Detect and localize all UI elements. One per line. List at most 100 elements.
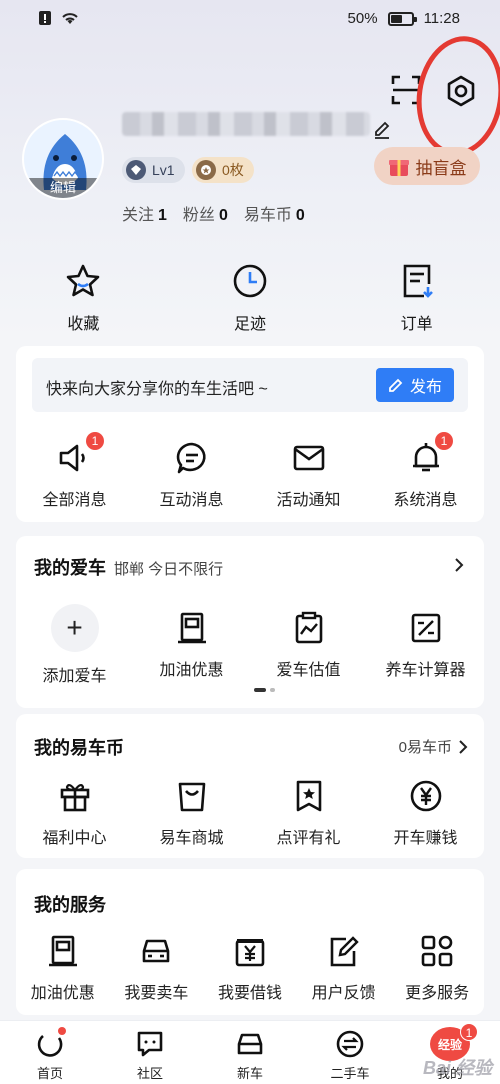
blind-box-button[interactable]: 抽盲盒	[374, 147, 480, 185]
feedback-edit-icon	[330, 936, 359, 967]
add-car-button[interactable]: + 添加爱车	[16, 604, 133, 686]
page-indicator	[254, 688, 275, 692]
publish-button[interactable]: 发布	[376, 368, 454, 402]
edit-pen-icon[interactable]	[372, 120, 392, 140]
chevron-right-icon	[459, 739, 468, 754]
orders-button[interactable]: 订单	[333, 262, 500, 336]
coin-badge[interactable]: 0枚	[192, 157, 254, 183]
settings-icon[interactable]	[444, 74, 478, 108]
yiche-mall-label: 易车商城	[159, 830, 224, 847]
shopping-bag-icon	[178, 782, 205, 812]
system-messages-button[interactable]: 1 系统消息	[367, 432, 484, 510]
more-services-button[interactable]: 更多服务	[390, 933, 484, 1003]
yiche-mall-button[interactable]: 易车商城	[133, 778, 250, 848]
stat-coins[interactable]: 易车币 0	[244, 201, 305, 225]
clock-icon	[233, 264, 267, 298]
order-icon	[403, 264, 433, 298]
blind-box-label: 抽盲盒	[415, 158, 467, 178]
drive-earn-button[interactable]: 开车赚钱	[367, 778, 484, 848]
yuan-coin-icon	[410, 780, 441, 812]
nav-me-badge: 1	[460, 1023, 478, 1041]
borrow-money-label: 我要借钱	[217, 985, 282, 1002]
medal-icon	[196, 160, 216, 180]
my-services-title: 我的服务	[34, 895, 106, 915]
diamond-icon	[126, 160, 146, 180]
message-square-icon	[137, 1031, 163, 1057]
car-icon	[143, 939, 170, 963]
battery-icon	[387, 11, 417, 26]
my-coin-title: 我的易车币	[34, 738, 124, 758]
interaction-messages-label: 互动消息	[159, 492, 224, 509]
service-fuel-discount-label: 加油优惠	[30, 985, 95, 1002]
interaction-messages-button[interactable]: 互动消息	[133, 440, 250, 510]
chevron-right-icon[interactable]	[454, 558, 464, 572]
my-car-title: 我的爱车 邯郸 今日不限行	[34, 558, 224, 578]
cash-box-icon	[235, 939, 265, 967]
history-button[interactable]: 足迹	[167, 262, 334, 336]
all-messages-badge: 1	[86, 432, 104, 450]
my-car-subtitle: 邯郸 今日不限行	[114, 561, 224, 578]
fuel-pump-icon	[48, 935, 77, 967]
all-messages-button[interactable]: 1 全部消息	[16, 432, 133, 510]
borrow-money-button[interactable]: 我要借钱	[203, 933, 297, 1003]
drive-earn-label: 开车赚钱	[393, 830, 458, 847]
bookmark-star-icon	[296, 780, 321, 812]
system-messages-badge: 1	[435, 432, 453, 450]
quick-actions: 收藏 足迹 订单	[0, 262, 500, 336]
activity-notice-label: 活动通知	[276, 492, 341, 509]
favorites-button[interactable]: 收藏	[0, 262, 167, 336]
exchange-icon	[336, 1030, 364, 1058]
watermark: Bai 经验	[422, 1058, 492, 1078]
more-services-label: 更多服务	[405, 985, 470, 1002]
activity-notice-button[interactable]: 活动通知	[250, 440, 367, 510]
welfare-center-label: 福利中心	[42, 830, 107, 847]
car-valuation-button[interactable]: 爱车估值	[250, 610, 367, 686]
nav-home[interactable]: 首页	[0, 1021, 100, 1084]
clock-time: 11:28	[423, 10, 460, 27]
orders-label: 订单	[400, 316, 433, 333]
envelope-icon	[293, 445, 324, 471]
car-cost-calculator-label: 养车计算器	[385, 662, 466, 679]
bottom-nav: 首页 社区 新车 二手车 经验 1 我的 Bai 经验	[0, 1020, 500, 1084]
status-bar: 50% 11:28	[0, 0, 500, 40]
user-feedback-label: 用户反馈	[311, 985, 376, 1002]
coin-balance-link[interactable]: 0易车币	[399, 736, 468, 757]
my-car-card: 我的爱车 邯郸 今日不限行 + 添加爱车 加油优惠 爱车估值 养车计算器	[16, 536, 484, 708]
service-fuel-discount-button[interactable]: 加油优惠	[16, 933, 110, 1003]
my-coin-card: 我的易车币 0易车币 福利中心 易车商城 点评有礼 开车赚钱	[16, 714, 484, 858]
nav-used-car[interactable]: 二手车	[300, 1021, 400, 1084]
review-reward-button[interactable]: 点评有礼	[250, 778, 367, 848]
car-valuation-label: 爱车估值	[276, 662, 341, 679]
car-icon	[237, 1033, 263, 1055]
user-feedback-button[interactable]: 用户反馈	[297, 933, 391, 1003]
car-cost-calculator-button[interactable]: 养车计算器	[367, 610, 484, 686]
scan-icon[interactable]	[390, 74, 422, 106]
system-messages-label: 系统消息	[393, 492, 458, 509]
sell-car-button[interactable]: 我要卖车	[110, 933, 204, 1003]
nav-new-car[interactable]: 新车	[200, 1021, 300, 1084]
star-icon	[67, 264, 100, 297]
share-prompt[interactable]: 快来向大家分享你的车生活吧 ~ 发布	[32, 358, 468, 412]
my-car-row: + 添加爱车 加油优惠 爱车估值 养车计算器	[16, 604, 484, 686]
wifi-icon	[62, 13, 78, 24]
welfare-center-button[interactable]: 福利中心	[16, 778, 133, 848]
avatar-edit-label[interactable]: 编辑	[24, 178, 102, 198]
gift-icon	[60, 783, 89, 812]
my-coin-row: 福利中心 易车商城 点评有礼 开车赚钱	[16, 778, 484, 848]
stat-followers[interactable]: 粉丝 0	[183, 201, 228, 225]
all-messages-label: 全部消息	[42, 492, 107, 509]
nav-community-label: 社区	[136, 1066, 163, 1081]
nav-community[interactable]: 社区	[100, 1021, 200, 1084]
stat-following[interactable]: 关注 1	[122, 201, 167, 225]
level-badge[interactable]: Lv1	[122, 157, 185, 183]
calculator-icon	[411, 613, 440, 643]
message-row: 1 全部消息 互动消息 活动通知 1 系统消息	[16, 432, 484, 510]
chat-bubble-icon	[176, 442, 206, 474]
favorites-label: 收藏	[67, 316, 100, 333]
history-label: 足迹	[234, 316, 267, 333]
nav-new-car-label: 新车	[236, 1066, 263, 1081]
avatar[interactable]: 编辑	[22, 118, 104, 200]
nav-used-car-label: 二手车	[330, 1066, 370, 1081]
coin-count: 0枚	[222, 162, 244, 178]
fuel-discount-button[interactable]: 加油优惠	[133, 610, 250, 686]
